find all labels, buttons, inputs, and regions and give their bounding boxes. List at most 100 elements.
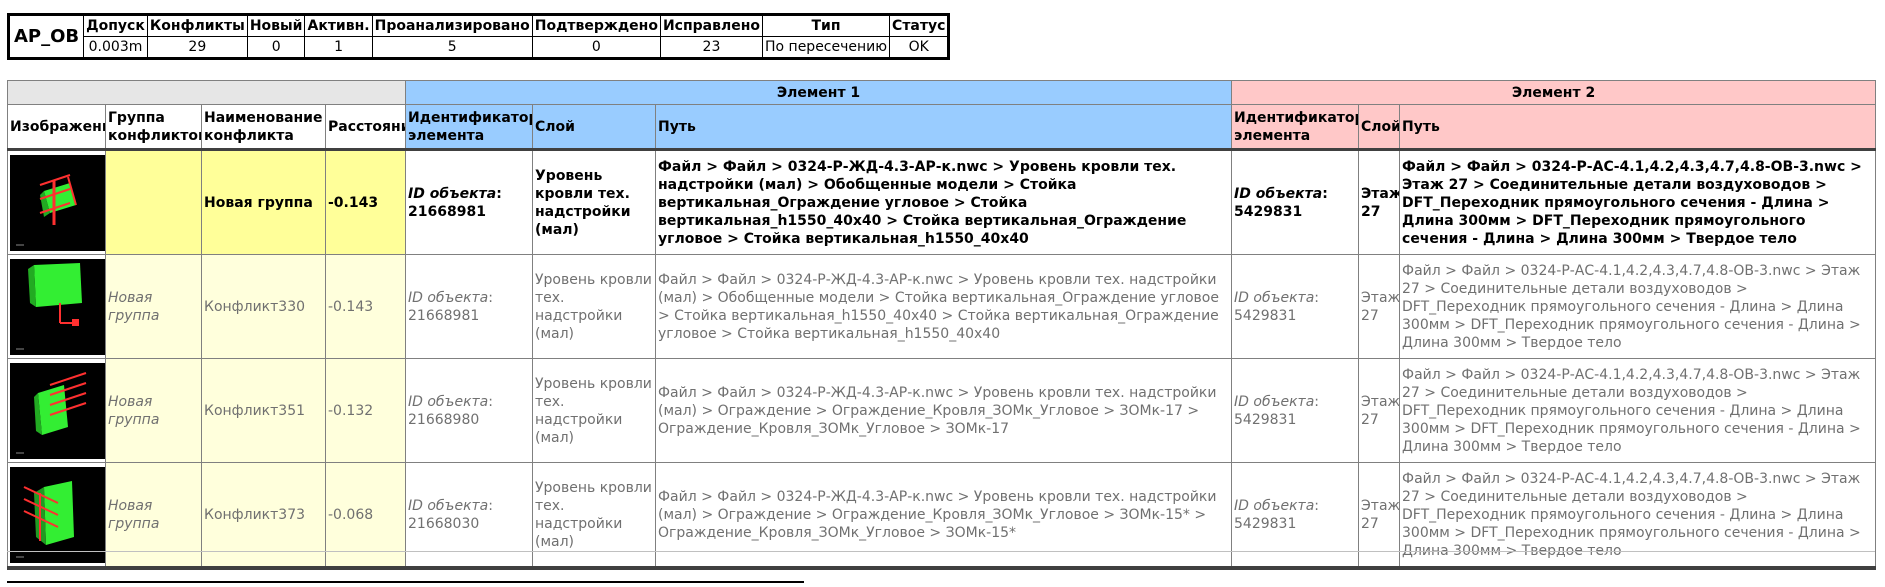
id-label: ID объекта bbox=[408, 185, 497, 202]
summary-header-approved: Подтверждено bbox=[531, 14, 661, 37]
clash-name-cell: Конфликт373 bbox=[201, 462, 326, 570]
group-header-row: Элемент 1 Элемент 2 bbox=[7, 80, 1877, 105]
element1-id-cell: ID объекта: 21668980 bbox=[405, 358, 533, 463]
summary-value-new: 0 bbox=[246, 36, 306, 59]
element2-layer-cell: Этаж 27 bbox=[1358, 462, 1401, 570]
summary-value-row: 0.003m 29 0 1 5 0 23 По пересечению OK bbox=[9, 36, 950, 59]
element2-layer-cell: Этаж 27 bbox=[1358, 254, 1401, 359]
summary-value-approved: 0 bbox=[531, 36, 661, 59]
element1-layer-cell: Уровень кровли тех. надстройки (мал) bbox=[532, 462, 656, 570]
summary-value-active: 1 bbox=[304, 36, 373, 59]
element1-id-value: 21668980 bbox=[408, 411, 480, 428]
clash-results-table: Элемент 1 Элемент 2 Изображение Группа к… bbox=[7, 80, 1877, 570]
col-header-name: Наименование конфликта bbox=[201, 104, 326, 150]
id-label: ID объекта bbox=[408, 393, 489, 410]
summary-value-status: OK bbox=[889, 36, 950, 59]
element2-id-value: 5429831 bbox=[1234, 515, 1297, 532]
clash-group-cell: Новая группа bbox=[105, 462, 202, 570]
col-header-group: Группа конфликтов bbox=[105, 104, 202, 150]
clash-test-summary-table: AP_OB Допуск Конфликты Новый Активн. Про… bbox=[7, 13, 951, 60]
clash-name-cell: Конфликт330 bbox=[201, 254, 326, 359]
clash-distance-cell: -0.132 bbox=[325, 358, 406, 463]
summary-header-new: Новый bbox=[246, 14, 306, 37]
table-row[interactable]: Новая группа Конфликт351 -0.132 ID объек… bbox=[7, 358, 1877, 463]
clash-distance-cell: -0.068 bbox=[325, 462, 406, 570]
id-label: ID объекта bbox=[1234, 393, 1315, 410]
group-header-blank bbox=[7, 80, 406, 105]
clash-thumbnail-image bbox=[10, 258, 105, 355]
element2-id-cell: ID объекта: 5429831 bbox=[1231, 254, 1360, 359]
element1-id-value: 21668981 bbox=[408, 307, 480, 324]
summary-header-type: Тип bbox=[761, 14, 891, 37]
summary-value-type: По пересечению bbox=[761, 36, 891, 59]
column-header-row: Изображение Группа конфликтов Наименован… bbox=[7, 104, 1877, 150]
element2-path-cell: Файл > Файл > 0324-Р-АС-4.1,4.2,4.3,4.7,… bbox=[1399, 254, 1877, 359]
clash-thumbnail-cell bbox=[7, 254, 106, 359]
element1-id-value: 21668030 bbox=[408, 515, 480, 532]
col-header-distance: Расстояние bbox=[325, 104, 406, 150]
col-header-e1-path: Путь bbox=[654, 104, 1233, 150]
element1-layer-cell: Уровень кровли тех. надстройки (мал) bbox=[532, 149, 656, 255]
id-label: ID объекта bbox=[1234, 185, 1323, 202]
summary-value-resolved: 23 bbox=[659, 36, 764, 59]
element1-id-cell: ID объекта: 21668030 bbox=[405, 462, 533, 570]
element2-id-value: 5429831 bbox=[1234, 307, 1297, 324]
element1-id-value: 21668981 bbox=[408, 203, 486, 220]
id-label: ID объекта bbox=[1234, 289, 1315, 306]
id-label: ID объекта bbox=[1234, 497, 1315, 514]
element1-layer-cell: Уровень кровли тех. надстройки (мал) bbox=[532, 358, 656, 463]
element1-id-cell: ID объекта: 21668981 bbox=[405, 149, 533, 255]
summary-header-reviewed: Проанализировано bbox=[371, 14, 533, 37]
col-header-e1-layer: Слой bbox=[532, 104, 656, 150]
clash-distance-cell: -0.143 bbox=[325, 254, 406, 359]
clash-thumbnail-image bbox=[10, 466, 105, 563]
next-section-rule bbox=[7, 581, 804, 583]
summary-header-clashes: Конфликты bbox=[146, 14, 248, 37]
clash-name-cell: Новая группа bbox=[201, 149, 326, 255]
clash-group-cell: Новая группа bbox=[105, 358, 202, 463]
summary-value-reviewed: 5 bbox=[371, 36, 533, 59]
clash-group-cell bbox=[105, 149, 202, 255]
summary-value-tolerance: 0.003m bbox=[83, 36, 148, 59]
element2-id-value: 5429831 bbox=[1234, 411, 1297, 428]
element2-id-value: 5429831 bbox=[1234, 203, 1303, 220]
table-row[interactable]: Новая группа Конфликт373 -0.068 ID объек… bbox=[7, 462, 1877, 570]
summary-header-resolved: Исправлено bbox=[659, 14, 764, 37]
summary-header-row: AP_OB Допуск Конфликты Новый Активн. Про… bbox=[7, 14, 950, 59]
summary-value-clashes: 29 bbox=[146, 36, 248, 59]
table-row[interactable]: Новая группа -0.143 ID объекта: 21668981 … bbox=[7, 149, 1877, 255]
element1-layer-cell: Уровень кровли тех. надстройки (мал) bbox=[532, 254, 656, 359]
summary-header-tolerance: Допуск bbox=[83, 14, 148, 37]
element2-layer-cell: Этаж 27 bbox=[1358, 358, 1401, 463]
element1-id-cell: ID объекта: 21668981 bbox=[405, 254, 533, 359]
clash-thumbnail-image bbox=[10, 154, 105, 251]
clash-distance-cell: -0.143 bbox=[325, 149, 406, 255]
clash-name-cell: Конфликт351 bbox=[201, 358, 326, 463]
element1-path-cell: Файл > Файл > 0324-Р-ЖД-4.3-АР-к.nwc > У… bbox=[654, 254, 1233, 359]
group-header-element2: Элемент 2 bbox=[1231, 80, 1877, 105]
id-label: ID объекта bbox=[408, 497, 489, 514]
clash-thumbnail-cell bbox=[7, 462, 106, 570]
element2-path-cell: Файл > Файл > 0324-Р-АС-4.1,4.2,4.3,4.7,… bbox=[1399, 149, 1877, 255]
group-header-element1: Элемент 1 bbox=[404, 80, 1233, 105]
summary-header-active: Активн. bbox=[304, 14, 373, 37]
element2-id-cell: ID объекта: 5429831 bbox=[1231, 462, 1360, 570]
col-header-image: Изображение bbox=[7, 104, 106, 150]
clash-group-cell: Новая группа bbox=[105, 254, 202, 359]
clash-thumbnail-cell bbox=[7, 358, 106, 463]
summary-header-status: Статус bbox=[889, 14, 950, 37]
element2-id-cell: ID объекта: 5429831 bbox=[1231, 149, 1360, 255]
element1-path-cell: Файл > Файл > 0324-Р-ЖД-4.3-АР-к.nwc > У… bbox=[654, 149, 1233, 255]
element2-id-cell: ID объекта: 5429831 bbox=[1231, 358, 1360, 463]
element2-layer-cell: Этаж 27 bbox=[1358, 149, 1401, 255]
element2-path-cell: Файл > Файл > 0324-Р-АС-4.1,4.2,4.3,4.7,… bbox=[1399, 462, 1877, 570]
col-header-e2-id: Идентификатор элемента bbox=[1231, 104, 1360, 150]
element1-path-cell: Файл > Файл > 0324-Р-ЖД-4.3-АР-к.nwc > У… bbox=[654, 358, 1233, 463]
col-header-e1-id: Идентификатор элемента bbox=[405, 104, 533, 150]
element2-path-cell: Файл > Файл > 0324-Р-АС-4.1,4.2,4.3,4.7,… bbox=[1399, 358, 1877, 463]
element1-path-cell: Файл > Файл > 0324-Р-ЖД-4.3-АР-к.nwc > У… bbox=[654, 462, 1233, 570]
table-row[interactable]: Новая группа Конфликт330 -0.143 ID объек… bbox=[7, 254, 1877, 359]
col-header-e2-layer: Слой bbox=[1358, 104, 1401, 150]
section-divider bbox=[7, 551, 1875, 552]
clash-thumbnail-cell bbox=[7, 149, 106, 255]
